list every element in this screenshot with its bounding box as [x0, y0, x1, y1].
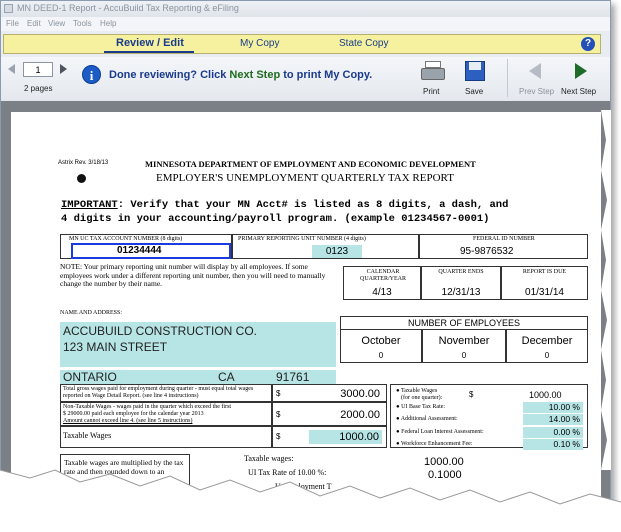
torn-edge-overlay — [0, 110, 621, 532]
torn-edge-bottom — [0, 470, 621, 532]
torn-edge-right — [601, 110, 611, 470]
